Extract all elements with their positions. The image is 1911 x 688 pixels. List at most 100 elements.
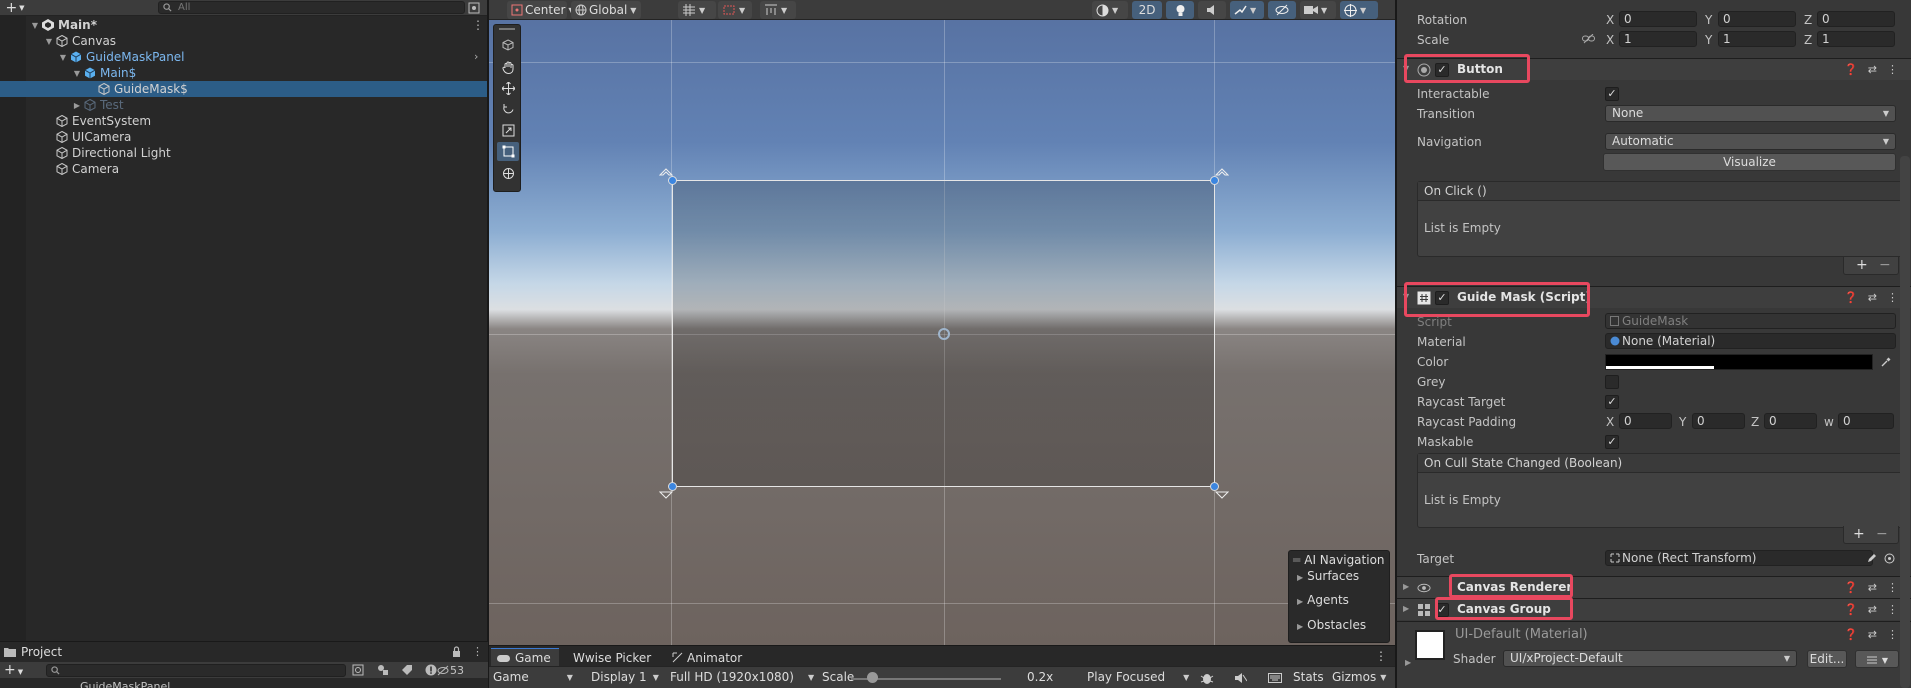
bug-icon[interactable]: [1200, 671, 1214, 685]
play-mode-dropdown[interactable]: Play Focused ▼: [1087, 670, 1189, 684]
move-tool-button[interactable]: [497, 79, 519, 98]
presets-icon[interactable]: ⇄: [1868, 63, 1877, 76]
pivot-mode-dropdown[interactable]: Center▼: [507, 1, 575, 19]
add-object-button[interactable]: + ▼: [0, 0, 30, 16]
lighting-toggle[interactable]: [1166, 1, 1194, 19]
help-icon[interactable]: ❓: [1844, 581, 1858, 594]
anchor-top-left-icon[interactable]: [659, 168, 673, 182]
display-dropdown[interactable]: Display 1 ▼: [591, 670, 659, 684]
help-icon[interactable]: ❓: [1844, 603, 1858, 616]
scale-y-field[interactable]: 1: [1718, 31, 1796, 47]
pivot-handle[interactable]: [938, 328, 950, 340]
tab-project[interactable]: Project: [0, 642, 72, 662]
rotation-x-field[interactable]: 0: [1619, 11, 1697, 27]
rect-tool-button[interactable]: [497, 142, 519, 161]
color-swatch[interactable]: [1605, 354, 1873, 370]
scene-visibility-toggle[interactable]: [1268, 1, 1296, 19]
eyedropper-icon[interactable]: [1881, 356, 1892, 367]
audio-toggle[interactable]: [1198, 1, 1226, 19]
gizmos-button[interactable]: Gizmos ▼: [1332, 670, 1386, 684]
remove-button[interactable]: −: [1876, 526, 1888, 542]
presets-icon[interactable]: ⇄: [1868, 628, 1877, 641]
anchor-bottom-right-icon[interactable]: [1215, 485, 1229, 499]
ai-nav-item-agents[interactable]: ▶ Agents: [1297, 593, 1349, 607]
shader-dropdown[interactable]: UI/xProject-Default ▼: [1503, 650, 1797, 667]
space-dropdown[interactable]: Global ▼: [571, 1, 641, 19]
scale-x-field[interactable]: 1: [1619, 31, 1697, 47]
hierarchy-item[interactable]: ▶ Test: [0, 97, 487, 113]
target-field[interactable]: None (Rect Transform): [1605, 550, 1873, 566]
keyboard-icon[interactable]: [1268, 673, 1282, 683]
hierarchy-item[interactable]: GuideMask$: [0, 81, 487, 97]
expand-arrow-down-icon[interactable]: ▼: [72, 68, 82, 78]
grey-checkbox[interactable]: [1605, 375, 1619, 389]
hand-tool-button[interactable]: [497, 58, 519, 77]
ai-nav-item-obstacles[interactable]: ▶ Obstacles: [1297, 618, 1366, 632]
resolution-dropdown[interactable]: Full HD (1920x1080) ▼: [670, 670, 814, 684]
padding-z-field[interactable]: 0: [1764, 413, 1817, 429]
hierarchy-item[interactable]: ▼ Main$: [0, 65, 487, 81]
scene-visibility-icon[interactable]: [467, 1, 481, 15]
presets-icon[interactable]: ⇄: [1868, 291, 1877, 304]
hierarchy-item[interactable]: ▼ GuideMaskPanel ›: [0, 49, 487, 65]
rotation-y-field[interactable]: 0: [1718, 11, 1796, 27]
transform-tool-button[interactable]: [497, 164, 519, 183]
project-add-button[interactable]: + ▼: [4, 662, 23, 678]
hierarchy-item[interactable]: Directional Light: [0, 145, 487, 161]
kebab-menu-icon[interactable]: ⋮: [1887, 63, 1898, 76]
padding-y-field[interactable]: 0: [1692, 413, 1745, 429]
label-filter-icon[interactable]: [401, 664, 413, 676]
help-icon[interactable]: ❓: [1844, 628, 1858, 641]
pencil-icon[interactable]: [1867, 553, 1877, 563]
hidden-packages-icon[interactable]: [437, 665, 449, 676]
shading-mode-dropdown[interactable]: ▼: [1092, 1, 1128, 19]
expand-arrow-right-icon[interactable]: ▶: [72, 100, 82, 110]
effects-dropdown[interactable]: ▼: [1230, 1, 1264, 19]
help-icon[interactable]: ❓: [1844, 291, 1858, 304]
remove-button[interactable]: −: [1879, 257, 1891, 273]
hierarchy-item[interactable]: EventSystem: [0, 113, 487, 129]
camera-dropdown[interactable]: ▼: [1300, 1, 1336, 19]
edit-shader-button[interactable]: Edit...: [1807, 650, 1847, 668]
hierarchy-item[interactable]: Camera: [0, 161, 487, 177]
stats-button[interactable]: Stats: [1293, 670, 1324, 684]
anchor-bottom-left-icon[interactable]: [659, 485, 673, 499]
prefab-open-arrow-icon[interactable]: ›: [474, 50, 478, 63]
project-search-input[interactable]: [46, 664, 346, 677]
scale-slider-knob[interactable]: [867, 672, 878, 683]
hierarchy-item[interactable]: ▼ Canvas: [0, 33, 487, 49]
grid-snapping-button[interactable]: ▼: [678, 1, 716, 19]
warning-filter-icon[interactable]: [425, 664, 437, 676]
add-button[interactable]: +: [1853, 526, 1865, 542]
tab-animator[interactable]: Animator: [672, 648, 752, 667]
game-view-dropdown[interactable]: Game ▼: [493, 670, 577, 684]
tool-strip-handle[interactable]: [499, 28, 515, 30]
expand-arrow-down-icon[interactable]: ▼: [30, 20, 40, 30]
hierarchy-item[interactable]: UICamera: [0, 129, 487, 145]
expand-arrow-down-icon[interactable]: ▼: [58, 52, 68, 62]
anchor-top-right-icon[interactable]: [1215, 168, 1229, 182]
align-button[interactable]: ▼: [760, 1, 796, 19]
kebab-menu-icon[interactable]: ⋮: [1887, 628, 1898, 641]
gizmos-dropdown[interactable]: ▼: [1340, 1, 1378, 19]
interactable-checkbox[interactable]: ✓: [1605, 87, 1619, 101]
kebab-menu-icon[interactable]: ⋮: [472, 18, 484, 32]
shader-options-button[interactable]: ▼: [1855, 650, 1899, 668]
filter-type-icon[interactable]: [377, 664, 389, 676]
scale-z-field[interactable]: 1: [1817, 31, 1895, 47]
tab-wwise-picker[interactable]: Wwise Picker: [573, 648, 661, 667]
navigation-dropdown[interactable]: Automatic ▼: [1605, 133, 1896, 150]
object-picker-icon[interactable]: [1884, 553, 1895, 564]
kebab-menu-icon[interactable]: ⋮: [1887, 291, 1898, 304]
help-icon[interactable]: ❓: [1844, 63, 1858, 76]
mode-2d-toggle[interactable]: 2D: [1132, 1, 1162, 19]
padding-w-field[interactable]: 0: [1838, 413, 1894, 429]
view-tool-button[interactable]: [497, 35, 519, 54]
mute-audio-icon[interactable]: [1234, 672, 1247, 684]
scale-tool-button[interactable]: [497, 121, 519, 140]
rotation-z-field[interactable]: 0: [1817, 11, 1895, 27]
presets-icon[interactable]: ⇄: [1868, 603, 1877, 616]
presets-icon[interactable]: ⇄: [1868, 581, 1877, 594]
kebab-menu-icon[interactable]: ⋮: [1887, 581, 1898, 594]
expand-arrow-down-icon[interactable]: ▼: [44, 36, 54, 46]
